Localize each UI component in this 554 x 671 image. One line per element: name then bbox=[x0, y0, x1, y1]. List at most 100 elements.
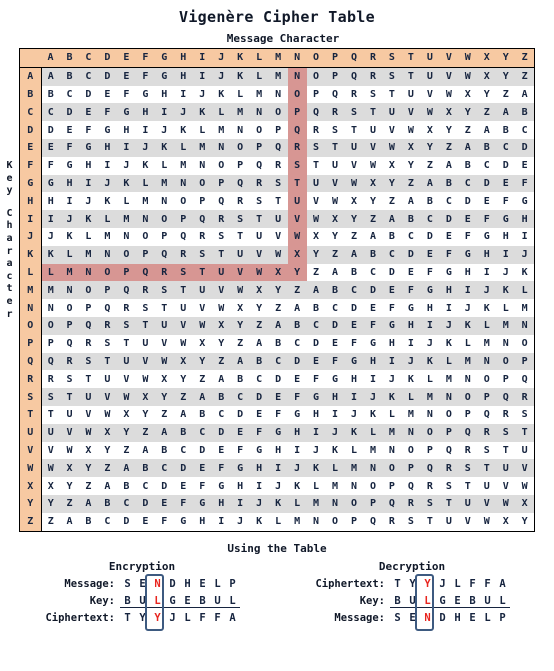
table-cell: D bbox=[230, 405, 250, 424]
table-cell: L bbox=[344, 441, 364, 460]
table-cell: B bbox=[363, 245, 383, 264]
table-row: PPQRSTUVWXYZABCDEFGHIJKLMNO bbox=[19, 334, 535, 353]
table-cell: E bbox=[97, 85, 117, 104]
table-cell: S bbox=[477, 441, 497, 460]
table-cell: W bbox=[325, 192, 345, 211]
table-cell: M bbox=[306, 494, 326, 513]
table-cell-highlighted: P bbox=[116, 263, 136, 282]
table-cell-highlighted: P bbox=[287, 103, 307, 122]
table-cell: F bbox=[268, 405, 288, 424]
table-cell: U bbox=[420, 67, 440, 86]
table-cell: L bbox=[496, 299, 516, 317]
table-cell: V bbox=[78, 405, 98, 424]
table-cell: L bbox=[78, 227, 98, 246]
table-cell: U bbox=[401, 85, 421, 104]
table-cell: O bbox=[325, 512, 345, 532]
table-cell: V bbox=[363, 138, 383, 157]
table-cell: F bbox=[458, 227, 478, 246]
table-cell: P bbox=[306, 85, 326, 104]
table-cell: M bbox=[41, 281, 60, 300]
table-cell: P bbox=[249, 138, 269, 157]
table-cell: K bbox=[154, 138, 174, 157]
table-row: NNOPQRSTUVWXYZABCDEFGHIJKLM bbox=[19, 299, 535, 317]
table-cell-highlighted: W bbox=[249, 263, 269, 282]
column-header-i: I bbox=[192, 48, 212, 68]
row-header-z: Z bbox=[19, 512, 42, 532]
table-cell: X bbox=[306, 227, 326, 246]
table-cell: N bbox=[59, 281, 79, 300]
table-cell: B bbox=[287, 316, 307, 335]
table-cell-highlighted: T bbox=[287, 174, 307, 193]
table-cell: M bbox=[249, 85, 269, 104]
table-cell: M bbox=[496, 316, 516, 335]
table-cell: Q bbox=[363, 512, 383, 532]
table-row: OOPQRSTUVWXYZABCDEFGHIJKLMN bbox=[19, 316, 535, 335]
table-cell: P bbox=[59, 316, 79, 335]
table-cell: O bbox=[116, 245, 136, 264]
table-cell: T bbox=[78, 370, 98, 389]
table-cell: V bbox=[192, 299, 212, 317]
column-header-q: Q bbox=[344, 48, 364, 68]
table-cell: G bbox=[249, 441, 269, 460]
table-cell: K bbox=[401, 370, 421, 389]
table-cell: D bbox=[458, 192, 478, 211]
message-character-axis-label: Message Character bbox=[226, 32, 340, 45]
table-cell: B bbox=[173, 423, 193, 442]
table-cell: A bbox=[439, 156, 459, 175]
table-cell: C bbox=[401, 227, 421, 246]
table-cell: F bbox=[382, 299, 402, 317]
table-cell: R bbox=[230, 192, 250, 211]
table-cell: B bbox=[439, 174, 459, 193]
table-cell: W bbox=[97, 405, 117, 424]
row-header-p: P bbox=[19, 334, 42, 353]
table-cell-highlighted: O bbox=[287, 85, 307, 104]
table-cell: D bbox=[116, 512, 136, 532]
example-row-letters: SENDHELP bbox=[120, 578, 240, 590]
example-letter: G bbox=[435, 595, 450, 608]
table-cell: P bbox=[515, 352, 535, 371]
column-header-g: G bbox=[154, 48, 174, 68]
table-cell: P bbox=[78, 299, 98, 317]
table-cell: C bbox=[78, 67, 98, 86]
table-cell: P bbox=[230, 156, 250, 175]
table-cell: V bbox=[325, 174, 345, 193]
column-header-x: X bbox=[477, 48, 497, 68]
table-cell: G bbox=[116, 103, 136, 122]
table-cell: E bbox=[382, 281, 402, 300]
table-cell: E bbox=[496, 174, 516, 193]
table-cell: B bbox=[230, 370, 250, 389]
table-cell: C bbox=[477, 156, 497, 175]
table-cell: P bbox=[363, 494, 383, 513]
row-header-m: M bbox=[19, 281, 42, 300]
table-cell: A bbox=[173, 405, 193, 424]
table-cell: A bbox=[325, 263, 345, 282]
table-cell: A bbox=[306, 281, 326, 300]
table-row: QQRSTUVWXYZABCDEFGHIJKLMNOP bbox=[19, 352, 535, 371]
table-cell: Y bbox=[192, 352, 212, 371]
table-cell: K bbox=[59, 227, 79, 246]
table-cell: B bbox=[249, 352, 269, 371]
table-cell: E bbox=[363, 299, 383, 317]
table-row: VVWXYZABCDEFGHIJKLMNOPQRSTU bbox=[19, 441, 535, 460]
table-cell: P bbox=[439, 423, 459, 442]
example-letter-marked: L bbox=[420, 595, 435, 608]
table-cell: J bbox=[59, 210, 79, 228]
table-cell: R bbox=[496, 405, 516, 424]
table-cell: S bbox=[382, 67, 402, 86]
table-cell: I bbox=[306, 423, 326, 442]
table-cell: Y bbox=[458, 103, 478, 122]
table-cell: H bbox=[363, 352, 383, 371]
table-cell: Z bbox=[363, 210, 383, 228]
table-cell: D bbox=[420, 227, 440, 246]
column-header-n: N bbox=[287, 48, 307, 68]
table-cell: G bbox=[477, 227, 497, 246]
example-letter: F bbox=[199, 612, 206, 625]
table-cell: W bbox=[154, 352, 174, 371]
table-cell: J bbox=[78, 192, 98, 211]
table-cell: W bbox=[458, 67, 478, 86]
table-cell: N bbox=[41, 299, 60, 317]
table-cell: P bbox=[477, 388, 497, 406]
table-cell: O bbox=[477, 370, 497, 389]
table-cell: J bbox=[268, 477, 288, 495]
table-cell: M bbox=[344, 459, 364, 478]
